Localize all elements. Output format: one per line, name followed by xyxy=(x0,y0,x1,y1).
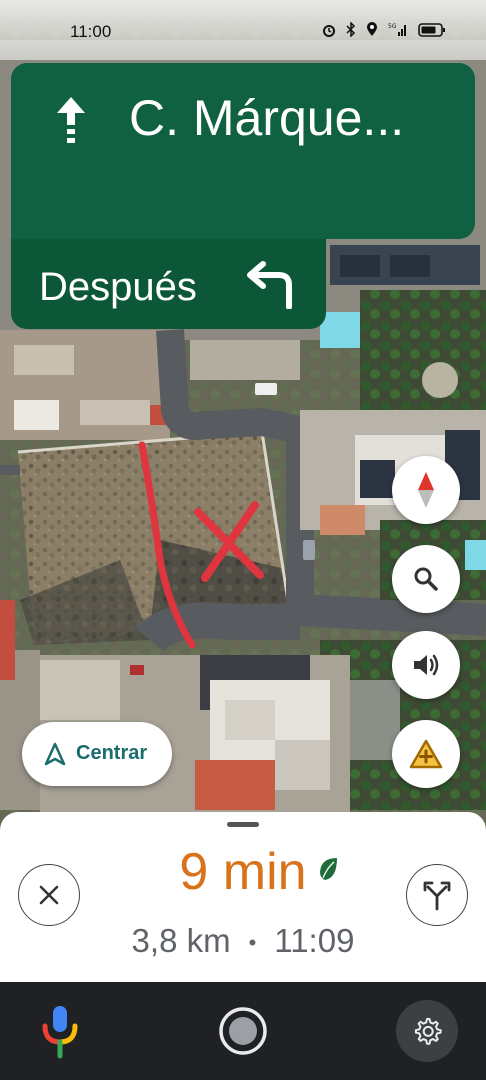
gear-icon xyxy=(414,1018,442,1045)
alternate-routes-button[interactable] xyxy=(406,864,468,926)
report-incident-icon xyxy=(409,739,443,769)
navigation-instruction-banner[interactable]: C. Márque... xyxy=(11,63,475,239)
trip-distance: 3,8 km xyxy=(131,922,231,959)
arrival-time: 11:09 xyxy=(274,922,355,959)
bluetooth-icon xyxy=(346,21,356,42)
sound-button[interactable] xyxy=(392,631,460,699)
report-incident-button[interactable] xyxy=(392,720,460,788)
google-mic-icon[interactable] xyxy=(40,1004,80,1060)
svg-text:5G: 5G xyxy=(388,23,397,30)
home-circle-icon[interactable] xyxy=(218,1006,268,1056)
eta-details: 3,8 km • 11:09 xyxy=(0,922,486,960)
status-time: 11:00 xyxy=(70,22,112,41)
trip-summary-sheet[interactable]: 9 min 3,8 km • 11:09 xyxy=(0,812,486,982)
eta-duration: 9 min xyxy=(179,843,307,901)
leaf-icon xyxy=(319,858,337,880)
compass-button[interactable] xyxy=(392,456,460,524)
recenter-button[interactable]: Centrar xyxy=(22,722,172,786)
5g-signal-icon: 5G xyxy=(388,22,408,42)
settings-button[interactable] xyxy=(396,1000,458,1062)
alarm-icon xyxy=(322,23,336,42)
separator-dot: • xyxy=(248,930,257,956)
volume-icon xyxy=(414,654,439,676)
turn-left-icon xyxy=(247,261,292,309)
recenter-label: Centrar xyxy=(76,742,148,764)
street-name: C. Márque... xyxy=(129,90,405,146)
straight-arrow-icon xyxy=(57,97,85,143)
search-icon xyxy=(414,567,438,591)
next-instruction-banner[interactable]: Después xyxy=(11,239,326,329)
status-icons: 5G xyxy=(322,21,446,42)
system-navigation-bar xyxy=(0,982,486,1080)
sheet-drag-handle[interactable] xyxy=(227,822,259,827)
location-icon xyxy=(366,22,378,42)
navigation-arrow-icon xyxy=(44,742,66,766)
status-bar: 11:00 5G xyxy=(0,0,486,60)
compass-icon xyxy=(418,472,434,508)
alternate-routes-icon xyxy=(423,881,451,911)
battery-icon xyxy=(418,22,446,42)
search-button[interactable] xyxy=(392,545,460,613)
next-instruction-label: Después xyxy=(39,265,197,309)
